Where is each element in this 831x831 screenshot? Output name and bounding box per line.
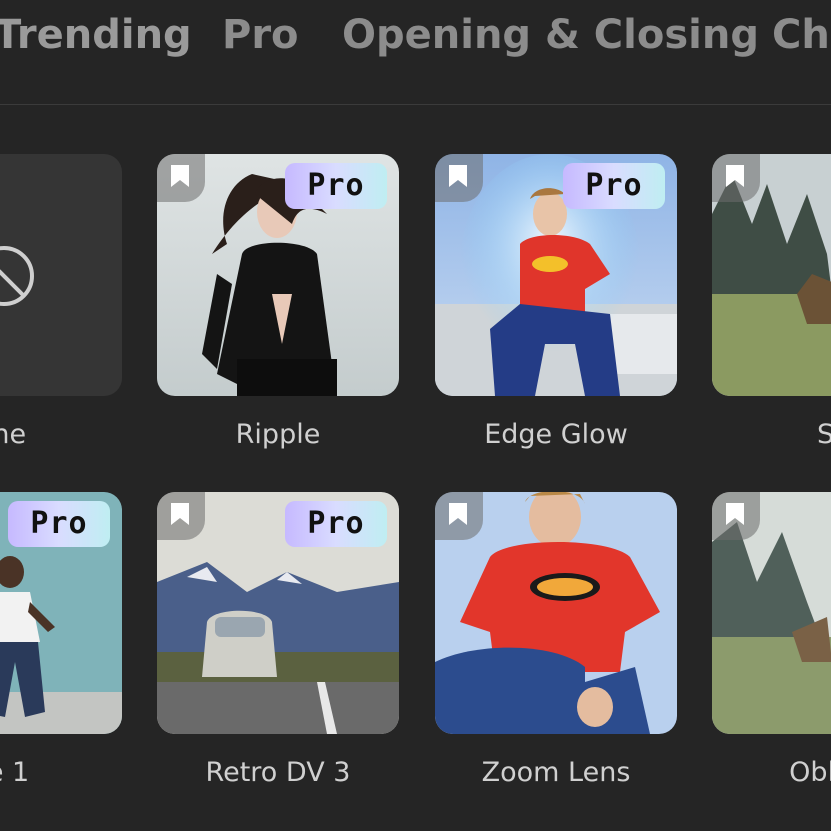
bookmark-button[interactable] [435, 492, 483, 540]
effect-tile-ripple[interactable]: Pro [157, 154, 399, 396]
effect-label: Ripple [235, 419, 321, 450]
effect-tile-zoom-lens[interactable] [435, 492, 677, 734]
effect-label: Retro DV 3 [205, 757, 351, 788]
effect-label: Sc [817, 419, 831, 450]
bookmark-button[interactable] [157, 154, 205, 202]
bookmark-button[interactable] [435, 154, 483, 202]
effect-tile-retro-dv-3[interactable]: Pro [157, 492, 399, 734]
effect-label: one [0, 419, 27, 450]
bookmark-button[interactable] [712, 154, 760, 202]
effect-label: Edge Glow [484, 419, 628, 450]
effect-label: Zoom Lens [481, 757, 631, 788]
tab-pro[interactable]: Pro [222, 12, 299, 58]
effect-tile-none[interactable] [0, 154, 122, 396]
effect-tile-pose-1[interactable]: Pro [0, 492, 122, 734]
tab-trending[interactable]: Trending [0, 12, 192, 58]
bookmark-icon [449, 165, 467, 187]
bookmark-icon [171, 165, 189, 187]
effects-grid: one Pro Ripple [0, 105, 831, 831]
bookmark-icon [449, 503, 467, 525]
none-icon [0, 246, 34, 306]
effect-tile-edge-glow[interactable]: Pro [435, 154, 677, 396]
pro-badge: Pro [285, 163, 387, 209]
effect-label: Obliqu [789, 757, 831, 788]
effect-tile-sc[interactable] [712, 154, 831, 396]
pro-badge: Pro [285, 501, 387, 547]
bookmark-button[interactable] [712, 492, 760, 540]
bookmark-icon [726, 165, 744, 187]
pro-badge: Pro [8, 501, 110, 547]
tab-opening-closing[interactable]: Opening & Closing [342, 12, 759, 58]
bookmark-icon [726, 503, 744, 525]
effects-panel: Trending Pro Opening & Closing Chr one [0, 0, 831, 831]
effect-label: se 1 [0, 757, 30, 788]
pro-badge: Pro [563, 163, 665, 209]
bookmark-button[interactable] [157, 492, 205, 540]
tab-chr[interactable]: Chr [772, 12, 831, 58]
effect-tile-obliqu[interactable] [712, 492, 831, 734]
category-tabs: Trending Pro Opening & Closing Chr [0, 0, 831, 104]
bookmark-icon [171, 503, 189, 525]
